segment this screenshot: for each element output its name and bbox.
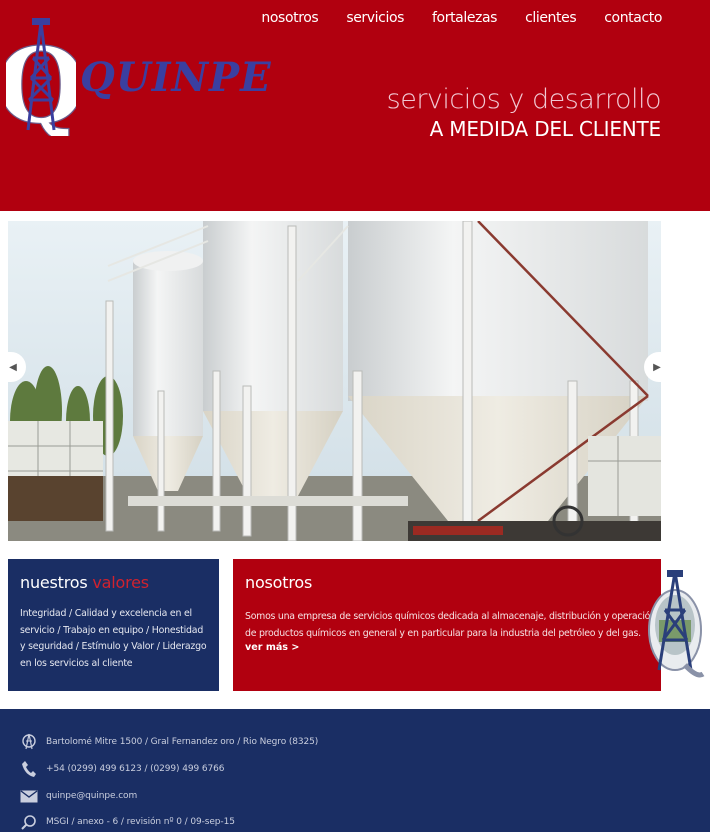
side-badge-logo-icon [648,570,705,678]
see-more-link[interactable]: ver más > [245,642,649,653]
slider-next-button[interactable]: ▶ [644,352,670,382]
footer-email[interactable]: quinpe@quinpe.com [46,791,137,801]
nav-contacto[interactable]: contacto [604,10,662,26]
nav-nosotros[interactable]: nosotros [261,10,318,26]
values-box: nuestros valores Integridad / Calidad y … [8,559,219,691]
footer-email-row: quinpe@quinpe.com [20,787,137,805]
location-logo-icon [20,733,38,751]
footer-phone[interactable]: +54 (0299) 499 6123 / (0299) 499 6766 [46,764,224,774]
values-text: Integridad / Calidad y excelencia en el … [20,608,207,669]
hero-slider [8,221,661,541]
mail-icon [20,787,38,805]
about-box: nosotros Somos una empresa de servicios … [233,559,661,691]
brand-name: QUINPE [80,54,272,101]
nav-clientes[interactable]: clientes [525,10,577,26]
values-title: nuestros valores [20,573,207,592]
footer-phone-row: +54 (0299) 499 6123 / (0299) 499 6766 [20,760,224,778]
values-title-accent: valores [92,573,149,592]
logo-emblem-icon: Q [6,18,76,136]
main-nav: nosotros servicios fortalezas clientes c… [261,10,662,26]
footer-address-row: Bartolomé Mitre 1500 / Gral Fernandez or… [20,733,318,751]
tagline-line-2: A MEDIDA DEL CLIENTE [429,117,662,141]
about-title: nosotros [245,573,313,592]
magnifier-icon [20,813,38,831]
values-title-main: nuestros [20,573,88,592]
site-footer: Bartolomé Mitre 1500 / Gral Fernandez or… [0,709,710,832]
nav-servicios[interactable]: servicios [346,10,404,26]
nav-fortalezas[interactable]: fortalezas [432,10,497,26]
quinpe-logo[interactable]: Q QUINPE [6,18,271,138]
slider-image-storage-silos [8,221,661,541]
footer-doc-row: MSGI / anexo - 6 / revisión nº 0 / 09-se… [20,813,235,831]
about-text: Somos una empresa de servicios químicos … [245,611,656,639]
chevron-right-icon: ▶ [653,361,661,373]
site-header: Q QUINPE nosotros servicios fortalezas c… [0,0,710,211]
footer-doc-revision: MSGI / anexo - 6 / revisión nº 0 / 09-se… [46,817,235,827]
footer-address: Bartolomé Mitre 1500 / Gral Fernandez or… [46,737,319,747]
tagline: servicios y desarrollo A MEDIDA DEL CLIE… [386,84,662,142]
phone-icon [20,760,38,778]
chevron-left-icon: ◀ [9,361,17,373]
svg-text:Q: Q [6,24,76,136]
tagline-line-1: servicios y desarrollo [386,84,662,115]
